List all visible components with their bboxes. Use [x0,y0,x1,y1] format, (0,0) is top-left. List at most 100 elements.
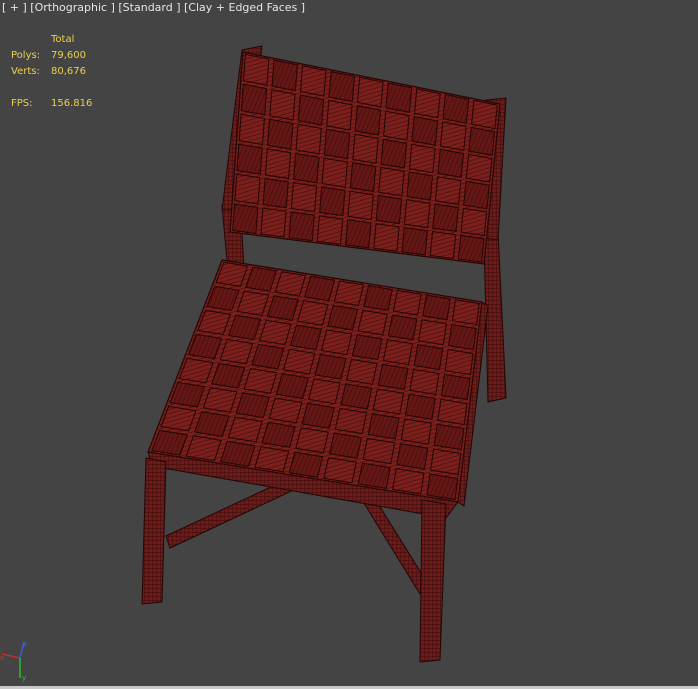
weave-strap [382,339,413,366]
weave-strap [444,348,474,376]
weave-strap [275,373,309,400]
weave-strap [288,211,315,242]
weave-strap [323,128,351,160]
weave-strap [457,234,485,263]
axis-z-label: z [23,640,27,648]
weave-strap [234,173,261,205]
weave-strap [354,105,382,136]
weave-strap [439,121,467,151]
weave-strap [396,443,429,470]
weave-strap [377,363,409,390]
weave-strap [437,148,465,178]
weave-strap [236,143,263,175]
weave-strap [460,207,488,236]
weave-strap [260,207,287,238]
weave-strap [297,94,325,126]
weave-strap [345,358,378,385]
weave-strap [334,407,368,435]
weave-strap [352,133,379,164]
weave-strap [243,368,278,394]
weave-strap [328,432,362,459]
weave-strap [378,166,405,197]
weave-strap [320,329,353,356]
weave-strap [333,280,365,307]
weave-strap [319,186,346,217]
weave-strap [268,397,303,424]
weave-strap [289,324,323,351]
weave-strap [411,116,439,146]
weave-strap [408,143,436,174]
weave-strap [314,353,347,380]
weave-strap [293,152,320,184]
weave-strap [235,392,270,419]
weave-strap [301,402,335,429]
weave-strap [347,190,374,221]
weave-strap [380,138,408,169]
weave-strap [471,99,498,130]
weave-strap [304,275,336,302]
weave-strap [426,473,459,501]
axis-gizmo-icon: z x y [0,640,27,682]
weave-strap [238,113,265,146]
weave-strap [422,294,451,321]
axis-x-label: x [0,654,4,662]
back-right-leg [483,231,507,403]
weave-strap [372,388,405,415]
weave-strap [242,53,270,86]
weave-strap [385,82,413,113]
weave-strap [328,70,356,102]
weave-strap [409,368,440,395]
weave-strap [413,344,444,371]
weave-strap [434,176,462,205]
weave-strap [323,457,357,484]
weave-strap [437,398,468,426]
weave-strap [321,157,348,188]
weave-strap [271,59,298,92]
weave-strap [400,418,432,445]
weave-strap [240,83,268,116]
weave-strap [468,126,496,156]
weave-strap [345,219,372,249]
weave-strap [429,230,457,260]
weave-strap [299,65,327,97]
weave-strap [264,148,292,179]
weave-strap [357,462,391,489]
weave-strap [406,171,434,201]
weave-strap [373,223,400,252]
axis-x-line [1,653,21,659]
weave-strap [375,195,403,225]
weave-strap [296,300,329,326]
chair-model[interactable] [0,0,698,689]
weave-strap [463,180,490,210]
front-left-leg [141,457,167,605]
weave-strap [413,88,441,119]
weave-strap [316,215,344,245]
weave-strap [448,324,477,351]
weave-strap [403,199,431,229]
weave-strap [362,437,396,465]
weave-strap [327,304,359,331]
weave-strap [367,413,400,440]
weave-strap [363,285,393,311]
weave-strap [326,99,353,131]
weave-strap [404,393,436,420]
weave-strap [465,153,493,183]
perspective-viewport[interactable]: [ + ] [Orthographic ] [Standard ] [Clay … [0,0,698,689]
weave-strap [430,448,462,476]
weave-strap [232,203,259,235]
weave-strap [383,110,410,141]
weave-strap [356,76,384,108]
weave-strap [401,227,428,256]
weave-strap [392,468,425,495]
weave-strap [440,373,471,401]
weave-strap [290,182,318,213]
weave-strap [307,378,341,405]
weave-strap [254,446,290,473]
weave-strap [288,451,324,478]
front-right-leg [419,499,447,663]
weave-strap [357,309,388,336]
weave-strap [351,334,383,361]
weave-strap [349,162,377,192]
weave-strap [442,94,470,124]
weave-strap [269,89,296,121]
